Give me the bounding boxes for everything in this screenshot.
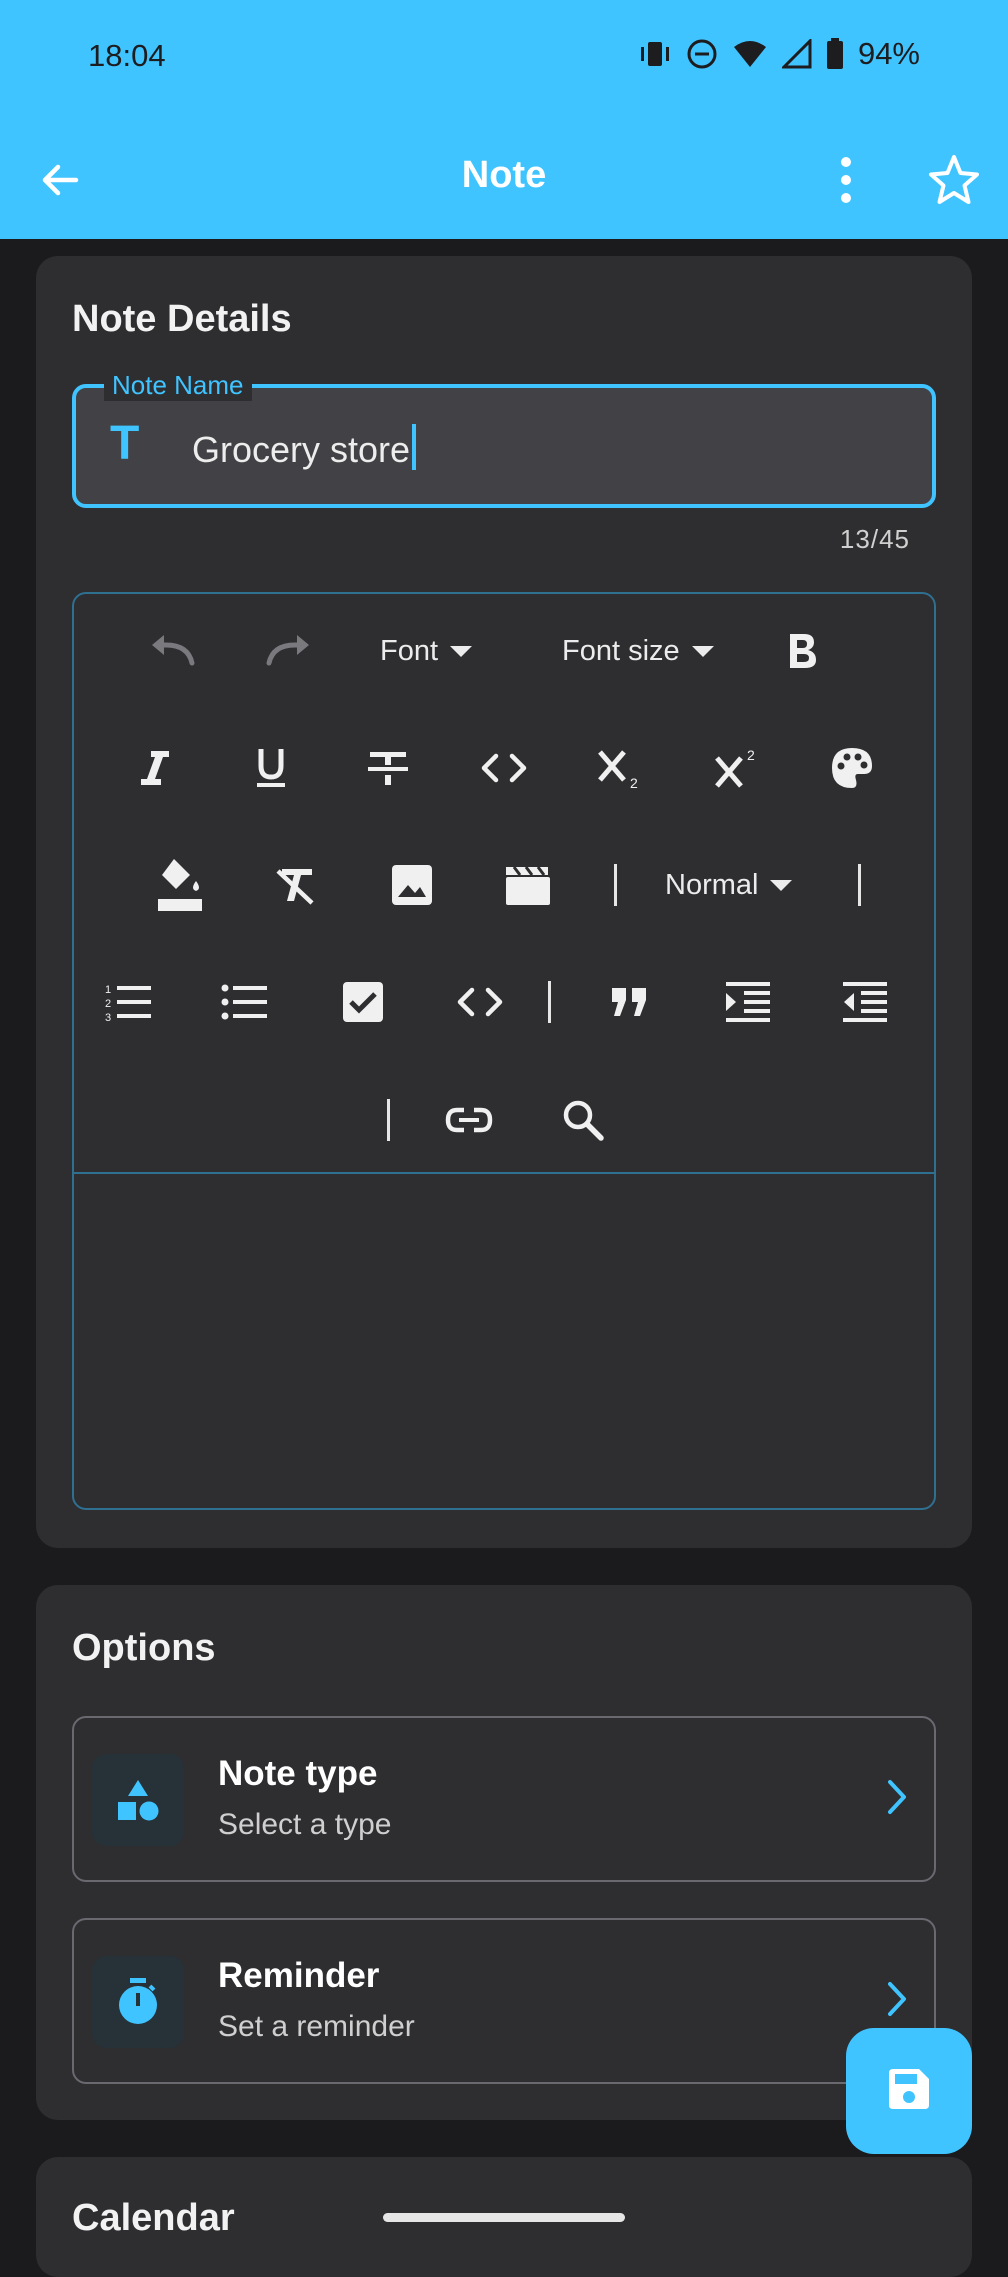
save-button[interactable] [846,2028,972,2154]
battery-icon [826,38,844,70]
battery-percent: 94% [857,36,920,71]
note-type-option[interactable]: Note type Select a type [72,1716,936,1882]
text-cursor [412,424,417,470]
svg-text:1: 1 [105,984,111,996]
reminder-title: Reminder [218,1956,380,1995]
insert-video-icon[interactable] [496,853,560,917]
heading-dropdown[interactable]: Normal [665,853,793,917]
reminder-subtitle: Set a reminder [218,2010,415,2043]
bullet-list-icon[interactable] [213,970,277,1034]
font-dropdown[interactable]: Font [380,619,473,683]
toolbar-divider [548,981,551,1023]
vibrate-icon [638,39,672,69]
reminder-option[interactable]: Reminder Set a reminder [72,1918,936,2084]
note-details-title: Note Details [72,298,292,340]
timer-icon [92,1956,184,2048]
superscript-icon[interactable]: 2 [706,736,770,800]
clear-format-icon[interactable] [264,853,328,917]
dropdown-caret-icon [770,879,793,891]
editor-toolbar: Font Font size 2 2 Normal 1 2 3 [74,594,934,1172]
search-icon[interactable] [551,1088,615,1152]
note-name-field[interactable]: Note Name T Grocery store [72,370,936,508]
shapes-icon [92,1754,184,1846]
ordered-list-icon[interactable]: 1 2 3 [97,970,161,1034]
rich-text-editor: Font Font size 2 2 Normal 1 2 3 [72,592,936,1510]
link-icon[interactable] [437,1088,501,1152]
subscript-icon[interactable]: 2 [589,736,653,800]
inline-code-icon[interactable] [472,736,536,800]
note-type-title: Note type [218,1754,378,1793]
note-name-label: Note Name [104,370,252,401]
quote-icon[interactable] [598,970,662,1034]
bold-icon[interactable] [770,619,834,683]
character-counter: 13/45 [839,524,910,554]
svg-text:3: 3 [105,1012,111,1022]
home-indicator[interactable] [383,2213,625,2222]
svg-text:2: 2 [105,998,111,1010]
calendar-title: Calendar [72,2197,235,2239]
insert-image-icon[interactable] [380,853,444,917]
text-type-icon: T [110,417,140,470]
italic-icon[interactable] [123,736,187,800]
do-not-disturb-icon [686,38,718,70]
note-name-value: Grocery store [192,429,411,470]
svg-text:2: 2 [630,775,638,790]
code-block-icon[interactable] [448,970,512,1034]
options-title: Options [72,1627,216,1669]
toolbar-divider [858,864,861,906]
checkbox-list-icon[interactable] [331,970,395,1034]
font-dropdown-label: Font [380,634,439,667]
dropdown-caret-icon [450,645,473,657]
status-time: 18:04 [88,38,166,73]
background-color-fill-icon[interactable] [148,853,212,917]
note-details-card: Note Details Note Name T Grocery store 1… [36,256,972,1548]
star-outline-icon[interactable] [926,152,982,208]
font-size-dropdown[interactable]: Font size [562,619,714,683]
underline-icon[interactable] [239,736,303,800]
note-type-subtitle: Select a type [218,1808,392,1841]
chevron-right-icon [882,1978,912,2025]
font-size-dropdown-label: Font size [562,634,680,667]
options-card: Options Note type Select a type Reminder… [36,1585,972,2120]
signal-icon [781,39,812,69]
note-name-input[interactable]: Grocery store [192,424,417,471]
status-icons: 94% [638,36,920,72]
dropdown-caret-icon [691,645,714,657]
status-bar: 18:04 94% [0,0,1008,120]
toolbar-divider [387,1099,390,1141]
text-color-palette-icon[interactable] [820,736,884,800]
app-bar: Note [0,120,1008,239]
chevron-right-icon [882,1776,912,1823]
redo-icon[interactable] [256,619,320,683]
undo-icon[interactable] [141,619,205,683]
indent-decrease-icon[interactable] [833,970,897,1034]
save-icon [887,2067,931,2116]
wifi-icon [732,39,768,69]
svg-text:2: 2 [747,747,755,763]
strikethrough-icon[interactable] [356,736,420,800]
heading-dropdown-label: Normal [665,868,759,901]
indent-increase-icon[interactable] [716,970,780,1034]
more-vert-icon[interactable] [822,154,870,206]
toolbar-divider [614,864,617,906]
editor-content-area[interactable] [74,1172,934,1510]
